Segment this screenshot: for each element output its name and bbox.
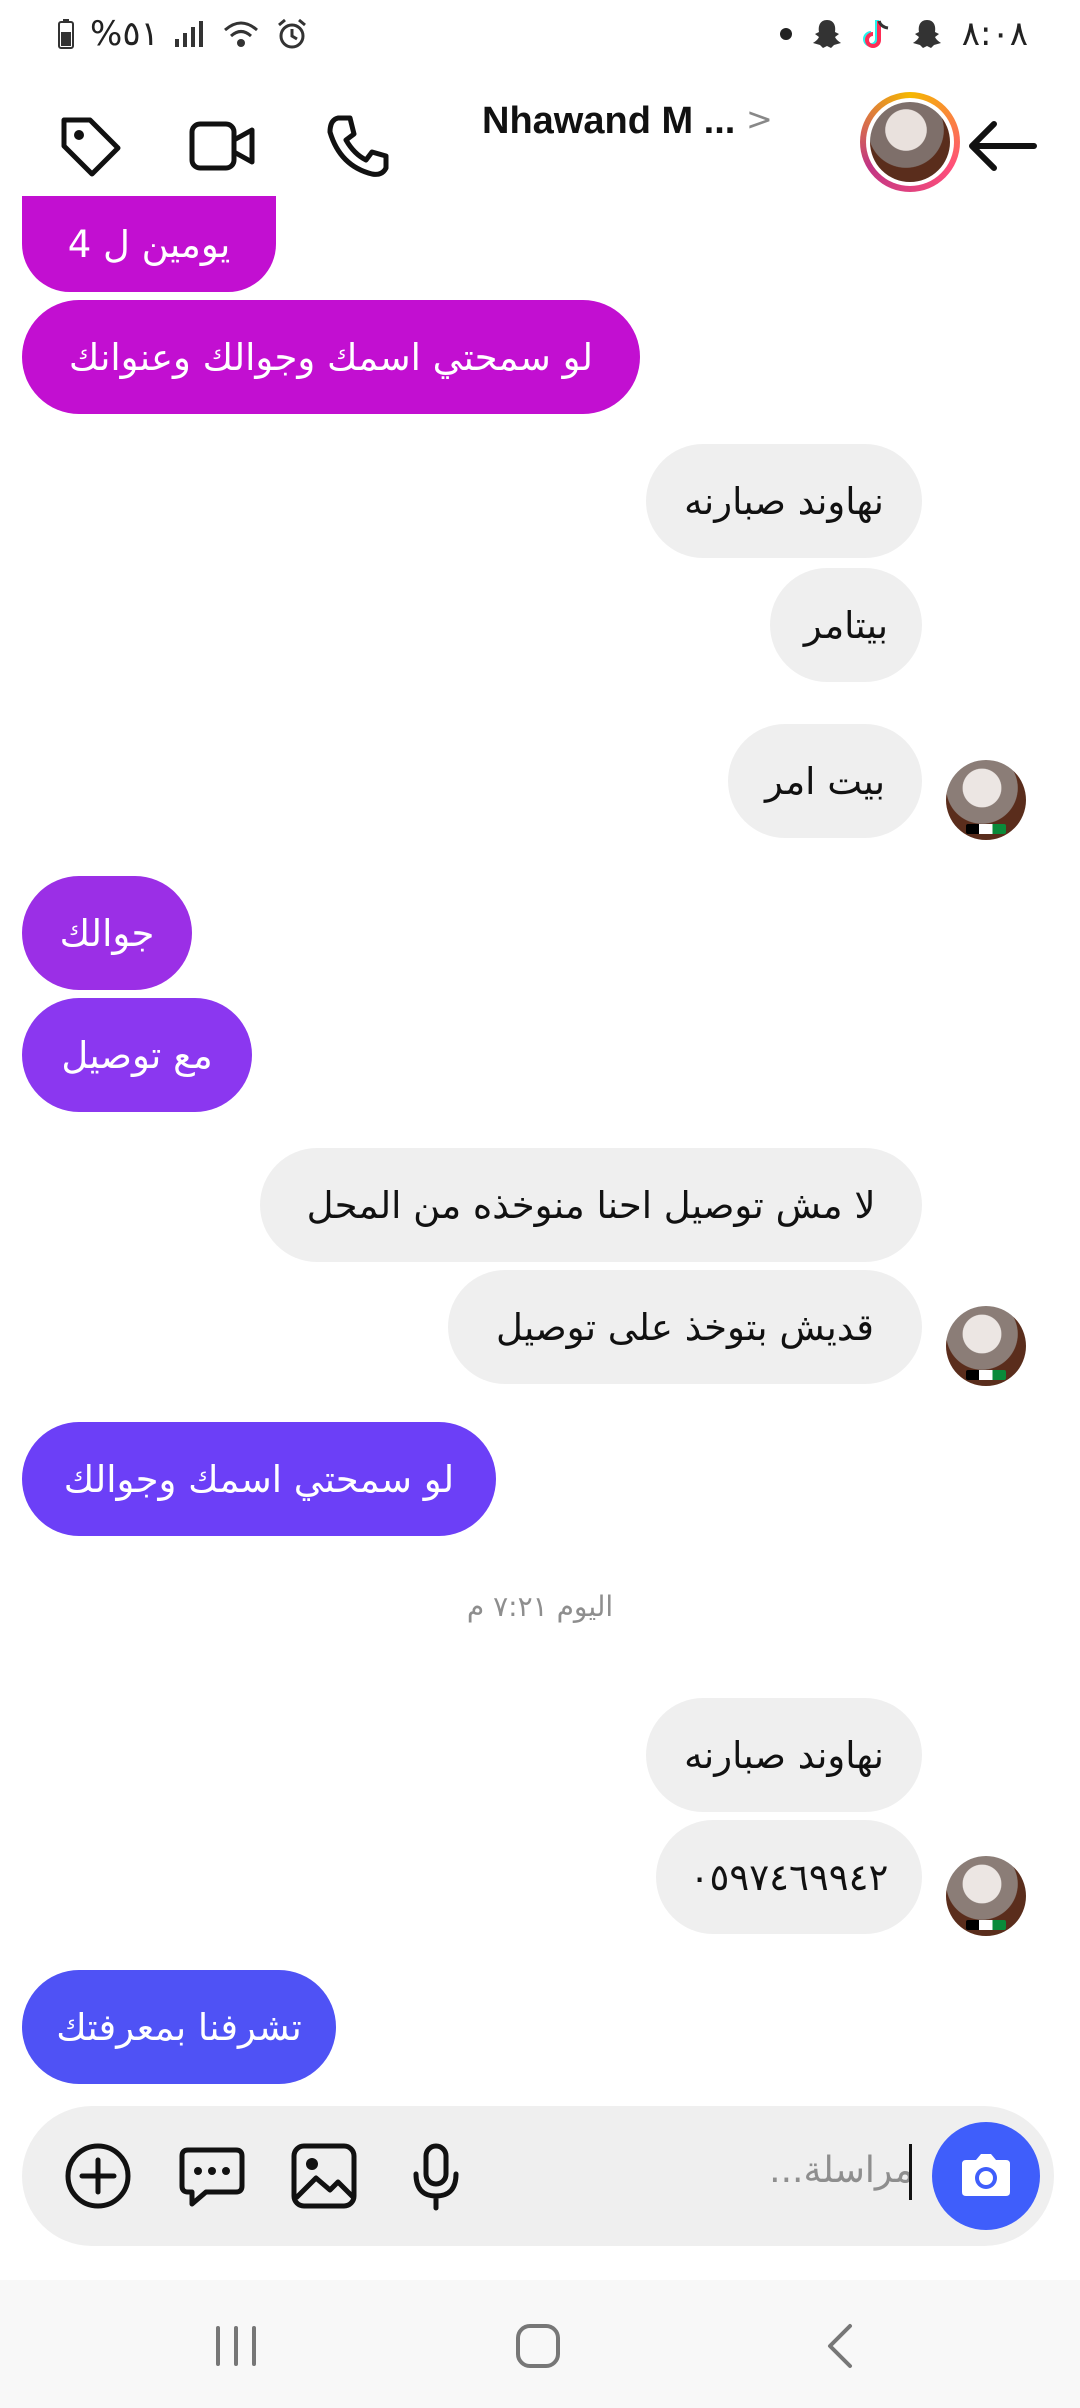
wifi-icon <box>223 21 258 47</box>
notification-dot-icon <box>779 28 792 40</box>
snapchat-icon-2 <box>912 20 941 48</box>
add-icon[interactable] <box>62 2140 134 2212</box>
message-composer: ...مراسلة <box>22 2106 1054 2246</box>
chevron-right-icon: > <box>746 100 773 138</box>
back-arrow-icon[interactable] <box>962 110 1042 182</box>
battery-percent: %٥١ <box>90 14 159 54</box>
message-sent[interactable]: يومين ل 4 <box>22 196 276 292</box>
message-received[interactable]: نهاوند صبارنه <box>646 444 922 558</box>
snapchat-icon <box>812 20 841 48</box>
status-right: ٨:٠٨ <box>779 14 1028 54</box>
message-sent[interactable]: جوالك <box>22 876 192 990</box>
clock-time: ٨:٠٨ <box>961 14 1028 54</box>
message-received[interactable]: بيتامر <box>770 568 922 682</box>
message-sent[interactable]: مع توصيل <box>22 998 252 1112</box>
sender-avatar <box>946 1306 1026 1386</box>
phone-call-icon[interactable] <box>322 110 394 182</box>
text-caret <box>909 2144 912 2200</box>
sender-avatar <box>946 760 1026 840</box>
chat-header: Nhawand M ... > <box>0 82 1080 212</box>
video-call-icon[interactable] <box>186 110 258 182</box>
tiktok-icon <box>862 20 889 48</box>
message-sent[interactable]: لو سمحتي اسمك وجوالك وعنوانك <box>22 300 640 414</box>
contact-name[interactable]: Nhawand M ... <box>482 100 735 143</box>
avatar <box>870 102 950 182</box>
message-received[interactable]: نهاوند صبارنه <box>646 1698 922 1812</box>
chat-timestamp: اليوم ٧:٢١ م <box>466 1590 614 1623</box>
alarm-icon <box>277 18 306 49</box>
message-received[interactable]: ٠٥٩٧٤٦٩٩٤٢ <box>656 1820 922 1934</box>
home-icon[interactable] <box>508 2316 568 2376</box>
contact-avatar[interactable] <box>860 92 960 192</box>
sender-avatar <box>946 1856 1026 1936</box>
message-received[interactable]: قديش بتوخذ على توصيل <box>448 1270 922 1384</box>
message-sent[interactable]: تشرفنا بمعرفتك <box>22 1970 336 2084</box>
system-nav-bar <box>0 2280 1080 2408</box>
sticker-icon[interactable] <box>176 2140 248 2212</box>
signal-icon <box>174 21 203 47</box>
back-nav-icon[interactable] <box>812 2316 872 2376</box>
camera-button[interactable] <box>932 2122 1040 2230</box>
message-sent[interactable]: لو سمحتي اسمك وجوالك <box>22 1422 496 1536</box>
status-bar: %٥١ ٨:٠٨ <box>0 0 1080 72</box>
camera-icon <box>962 2154 1010 2196</box>
message-received[interactable]: بيت امر <box>728 724 922 838</box>
message-received[interactable]: لا مش توصيل احنا منوخذه من المحل <box>260 1148 922 1262</box>
status-left: %٥١ <box>56 14 309 54</box>
message-input[interactable]: ...مراسلة <box>769 2150 914 2191</box>
microphone-icon[interactable] <box>400 2140 472 2212</box>
battery-icon <box>58 19 74 49</box>
recent-apps-icon[interactable] <box>206 2316 266 2376</box>
tag-icon[interactable] <box>54 110 126 182</box>
gallery-icon[interactable] <box>288 2140 360 2212</box>
